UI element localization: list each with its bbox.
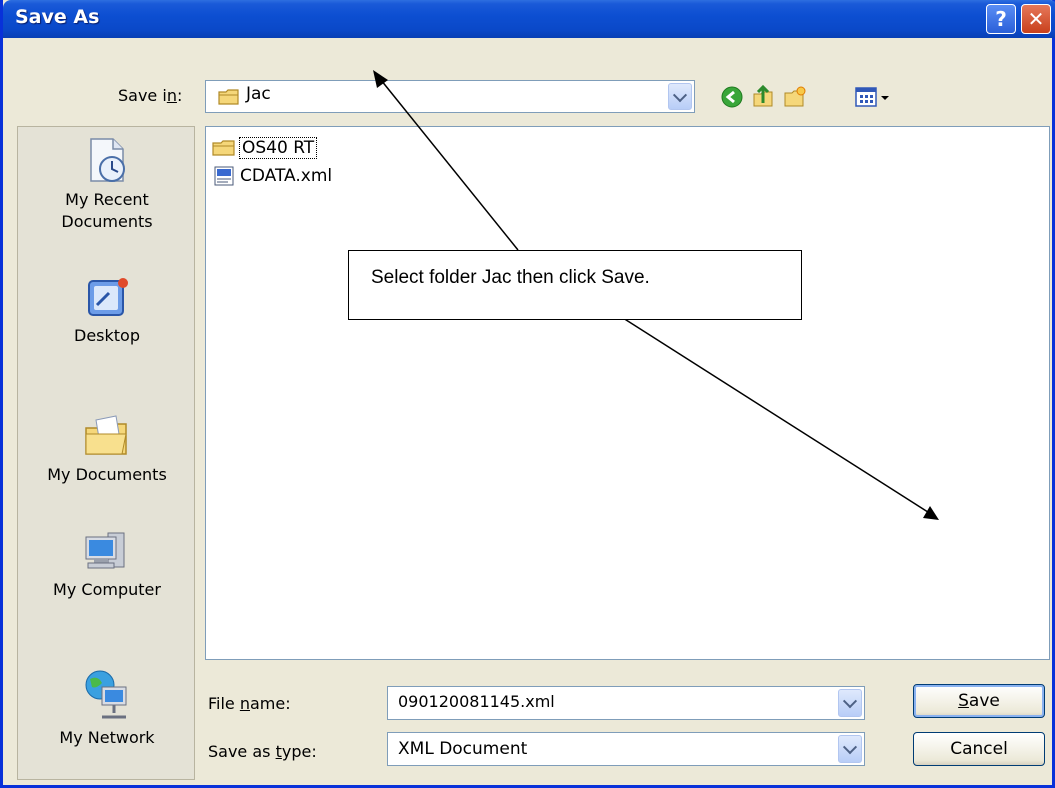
cancel-button[interactable]: Cancel — [913, 732, 1045, 766]
annotation-arrows — [373, 70, 939, 520]
file-name-input[interactable]: 090120081145.xml — [387, 686, 865, 720]
save-as-dialog: Save As ? ✕ Save in: Jac My Recent Docum… — [0, 0, 1055, 788]
file-name-dropdown-arrow[interactable] — [838, 689, 862, 717]
save-button[interactable]: Save — [913, 684, 1045, 718]
file-name-value: 090120081145.xml — [398, 692, 555, 711]
save-as-type-label: Save as type: — [208, 742, 317, 761]
save-as-type-value: XML Document — [398, 739, 528, 759]
annotation-callout: Select folder Jac then click Save. — [348, 250, 802, 320]
file-name-label: File name: — [208, 694, 291, 713]
save-as-type-dropdown-arrow[interactable] — [838, 735, 862, 763]
annotation-text: Select folder Jac then click Save. — [371, 267, 650, 288]
save-as-type-dropdown[interactable]: XML Document — [387, 732, 865, 766]
